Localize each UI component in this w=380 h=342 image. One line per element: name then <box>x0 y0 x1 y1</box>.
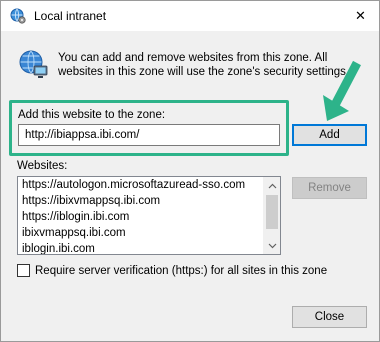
window-title: Local intranet <box>34 9 107 23</box>
require-verification-row[interactable]: Require server verification (https:) for… <box>17 264 327 277</box>
require-verification-checkbox[interactable] <box>17 264 30 277</box>
require-verification-label: Require server verification (https:) for… <box>35 264 328 277</box>
chevron-down-icon <box>268 240 277 252</box>
list-item[interactable]: https://iblogin.ibi.com <box>18 209 264 225</box>
window-close-button[interactable]: ✕ <box>342 1 379 31</box>
add-button[interactable]: Add <box>292 124 367 146</box>
add-website-label: Add this website to the zone: <box>18 109 166 121</box>
remove-button-label: Remove <box>308 182 351 194</box>
intranet-network-icon <box>17 49 49 81</box>
scroll-down-button[interactable] <box>264 237 280 254</box>
websites-list[interactable]: https://autologon.microsoftazuread-sso.c… <box>17 176 281 255</box>
list-item[interactable]: ibixvmappsq.ibi.com <box>18 225 264 241</box>
list-item[interactable]: https://autologon.microsoftazuread-sso.c… <box>18 177 264 193</box>
add-button-label: Add <box>319 129 340 141</box>
globe-settings-icon <box>10 8 26 24</box>
title-bar: Local intranet ✕ <box>1 1 379 31</box>
websites-label: Websites: <box>17 160 68 172</box>
close-button[interactable]: Close <box>292 306 367 328</box>
list-item[interactable]: iblogin.ibi.com <box>18 241 264 254</box>
close-icon: ✕ <box>355 8 366 23</box>
websites-list-items: https://autologon.microsoftazuread-sso.c… <box>18 177 264 254</box>
remove-button[interactable]: Remove <box>292 177 367 199</box>
intro-description: You can add and remove websites from thi… <box>58 52 350 78</box>
local-intranet-dialog: Local intranet ✕ You can add and remove … <box>0 0 380 342</box>
close-button-label: Close <box>314 311 345 323</box>
websites-scrollbar[interactable] <box>263 177 280 254</box>
scroll-up-button[interactable] <box>264 177 280 194</box>
website-url-input[interactable] <box>18 124 280 146</box>
list-item[interactable]: https://ibixvmappsq.ibi.com <box>18 193 264 209</box>
scroll-thumb[interactable] <box>266 195 278 229</box>
chevron-up-icon <box>268 180 277 192</box>
